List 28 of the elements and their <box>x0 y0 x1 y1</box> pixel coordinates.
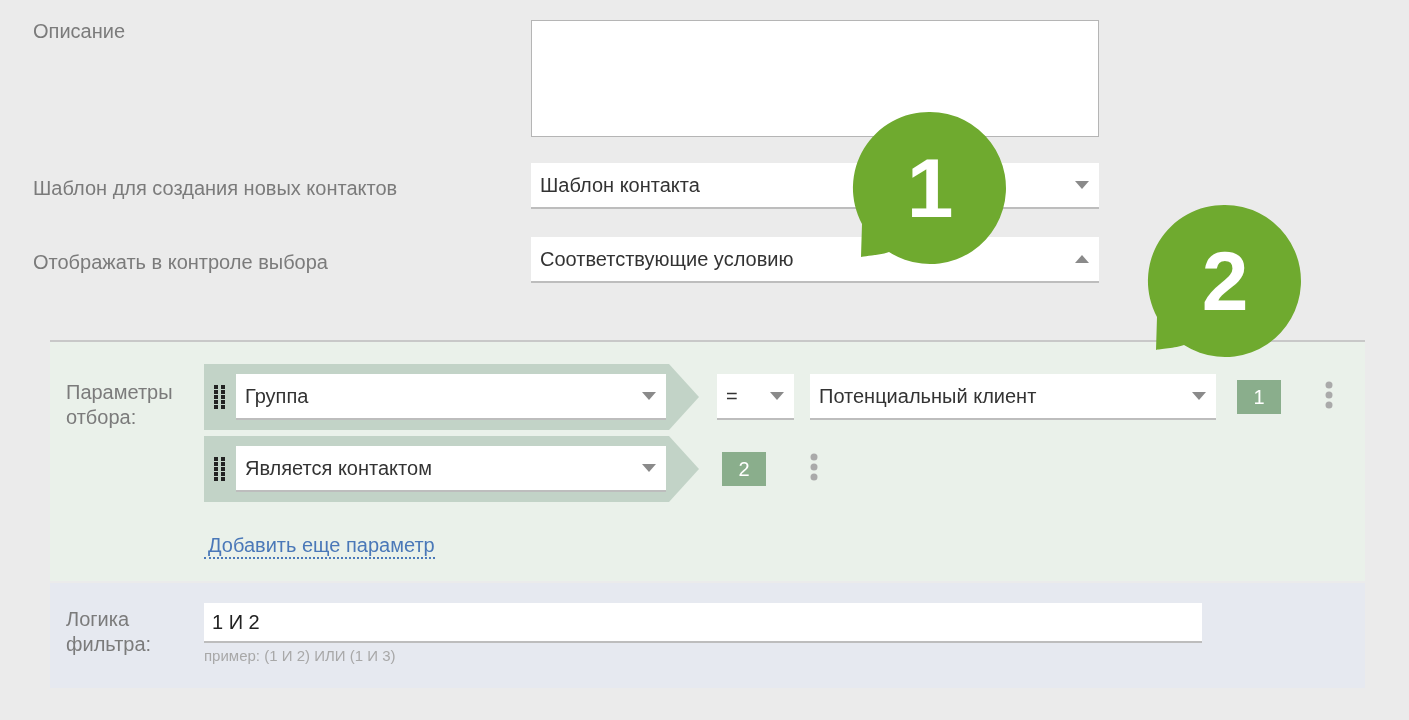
column-dropdown[interactable]: Является контактом <box>236 446 666 492</box>
field-label: Отображать в контроле выбора <box>33 250 329 274</box>
condition-number: 1 <box>1237 380 1281 414</box>
caret-down-icon <box>642 464 656 472</box>
column-dropdown[interactable]: Группа <box>236 374 666 420</box>
field-label: Шаблон для создания новых контактов <box>33 176 399 200</box>
caret-down-icon <box>642 392 656 400</box>
dropdown[interactable]: Соответствующие условию <box>531 237 1099 283</box>
caret-up-icon <box>1075 255 1089 263</box>
description-field[interactable] <box>531 20 1099 137</box>
speech-bubble-tooltip: 2 <box>1147 203 1303 359</box>
condition-number: 2 <box>722 452 766 486</box>
add-parameter-link[interactable]: Добавить еще параметр <box>204 534 435 559</box>
operator-dropdown[interactable]: = <box>717 374 794 420</box>
logic-label: Логика фильтра: <box>66 607 153 657</box>
field-label: Описание <box>33 20 127 43</box>
drag-handle-icon <box>214 457 226 481</box>
hint-text: пример: (1 И 2) ИЛИ (1 И 3) <box>204 647 397 664</box>
caret-down-icon <box>1192 392 1206 400</box>
logic-input-field[interactable]: 1 И 2 <box>204 603 1202 643</box>
more-icon[interactable] <box>810 453 818 481</box>
filter-label: Параметры отбора: <box>66 380 174 430</box>
drag-handle-icon <box>214 385 226 409</box>
speech-bubble-tooltip: 1 <box>852 110 1008 266</box>
caret-down-icon <box>770 392 784 400</box>
value-dropdown[interactable]: Потенциальный клиент <box>810 374 1216 420</box>
more-icon[interactable] <box>1325 381 1333 409</box>
caret-down-icon <box>1075 181 1089 189</box>
